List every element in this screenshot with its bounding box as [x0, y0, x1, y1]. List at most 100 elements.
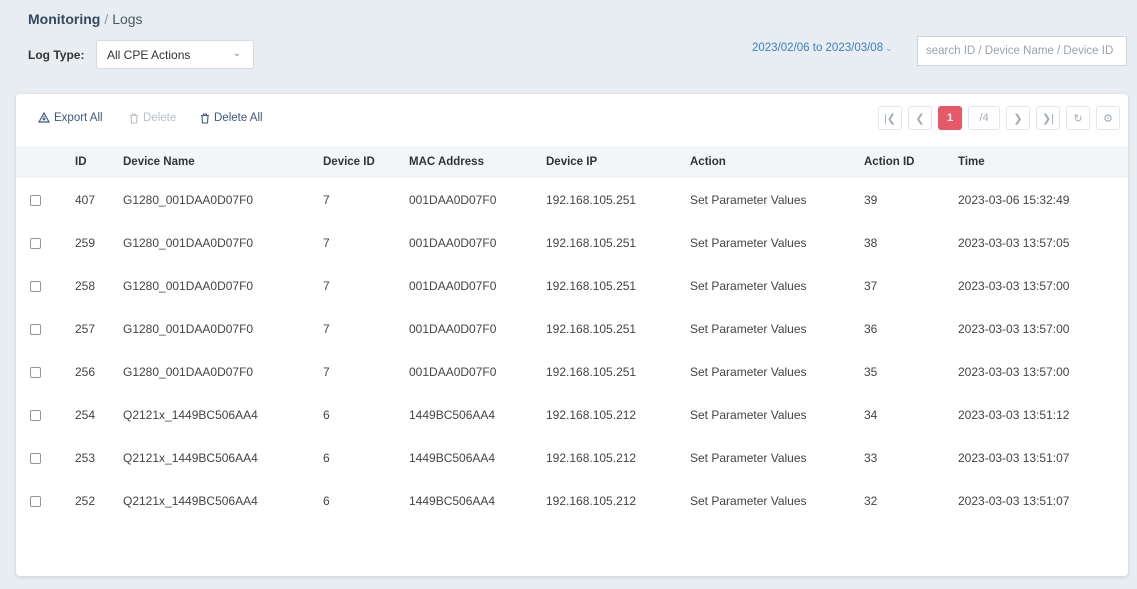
cell-action: Set Parameter Values [690, 364, 807, 379]
cell-time: 2023-03-03 13:57:00 [958, 321, 1070, 336]
cell-id: 252 [75, 493, 96, 508]
cell-mac-address: 001DAA0D07F0 [409, 278, 497, 293]
table-row[interactable]: 253 Q2121x_1449BC506AA4 6 1449BC506AA4 192.1… [16, 436, 1128, 479]
cell-action: Set Parameter Values [690, 278, 807, 293]
breadcrumb-logs: Logs [112, 11, 143, 27]
next-page-button[interactable]: ❯ [1006, 106, 1030, 130]
cell-device-name: G1280_001DAA0D07F0 [123, 278, 254, 293]
row-checkbox[interactable] [30, 237, 41, 249]
date-range-picker[interactable]: 2023/02/06 to 2023/03/08 ⌄ [752, 42, 893, 54]
column-header-id[interactable]: ID [75, 146, 123, 178]
gear-icon: ⚙ [1103, 112, 1113, 125]
cell-id: 259 [75, 235, 96, 250]
row-checkbox[interactable] [30, 194, 41, 206]
breadcrumb-separator: / [104, 11, 109, 27]
toolbar: Export All Delete Delete All |❮ ❮ 1 /4 ❯… [16, 94, 1128, 142]
export-icon [38, 112, 50, 124]
cell-device-name: G1280_001DAA0D07F0 [123, 321, 254, 336]
row-checkbox[interactable] [30, 280, 41, 292]
cell-action-id: 33 [864, 450, 878, 465]
row-select-cell [16, 436, 75, 479]
breadcrumb: Monitoring / Logs [28, 11, 143, 27]
table-row[interactable]: 259 G1280_001DAA0D07F0 7 001DAA0D07F0 192.16… [16, 221, 1128, 264]
cell-device-id: 7 [323, 321, 330, 336]
column-header-device-ip[interactable]: Device IP [546, 146, 690, 178]
cell-device-ip: 192.168.105.251 [546, 192, 637, 207]
cell-action: Set Parameter Values [690, 493, 807, 508]
cell-time: 2023-03-03 13:51:07 [958, 450, 1070, 465]
cell-mac-address: 001DAA0D07F0 [409, 364, 497, 379]
table-row[interactable]: 254 Q2121x_1449BC506AA4 6 1449BC506AA4 192.1… [16, 393, 1128, 436]
cell-device-id: 7 [323, 278, 330, 293]
cell-action-id: 36 [864, 321, 878, 336]
table-row[interactable]: 256 G1280_001DAA0D07F0 7 001DAA0D07F0 192.16… [16, 350, 1128, 393]
row-checkbox[interactable] [30, 366, 41, 378]
cell-device-name: G1280_001DAA0D07F0 [123, 235, 254, 250]
cell-time: 2023-03-03 13:57:05 [958, 235, 1070, 250]
row-select-cell [16, 350, 75, 393]
cell-device-id: 6 [323, 450, 330, 465]
row-checkbox[interactable] [30, 409, 41, 421]
cell-time: 2023-03-03 13:57:00 [958, 364, 1070, 379]
search-input[interactable] [917, 36, 1127, 66]
settings-button[interactable]: ⚙ [1096, 106, 1120, 130]
cell-device-id: 7 [323, 364, 330, 379]
log-type-select[interactable]: All CPE Actions ⌄ [96, 40, 254, 69]
cell-action-id: 34 [864, 407, 878, 422]
column-header-mac-address[interactable]: MAC Address [409, 146, 546, 178]
first-page-icon: |❮ [883, 112, 897, 125]
cell-time: 2023-03-06 15:32:49 [958, 192, 1070, 207]
row-checkbox[interactable] [30, 323, 41, 335]
column-header-action[interactable]: Action [690, 146, 864, 178]
delete-button[interactable]: Delete [129, 112, 176, 124]
total-pages: /4 [968, 106, 1000, 130]
refresh-icon: ↻ [1073, 112, 1083, 125]
row-checkbox[interactable] [30, 495, 41, 507]
cell-id: 254 [75, 407, 96, 422]
column-header-device-id[interactable]: Device ID [323, 146, 409, 178]
table-row[interactable]: 258 G1280_001DAA0D07F0 7 001DAA0D07F0 192.16… [16, 264, 1128, 307]
table-row[interactable]: 252 Q2121x_1449BC506AA4 6 1449BC506AA4 192.1… [16, 479, 1128, 522]
table-header-row: ID Device Name Device ID MAC Address Dev… [16, 146, 1128, 178]
current-page-button[interactable]: 1 [938, 106, 962, 130]
chevron-left-icon: ❮ [915, 112, 925, 125]
header-select [16, 146, 75, 178]
cell-device-id: 7 [323, 192, 330, 207]
column-header-time[interactable]: Time [958, 146, 1128, 178]
cell-device-name: G1280_001DAA0D07F0 [123, 192, 254, 207]
cell-device-ip: 192.168.105.212 [546, 493, 637, 508]
cell-id: 407 [75, 192, 96, 207]
refresh-button[interactable]: ↻ [1066, 106, 1090, 130]
first-page-button[interactable]: |❮ [878, 106, 902, 130]
last-page-button[interactable]: ❯| [1036, 106, 1060, 130]
row-checkbox[interactable] [30, 452, 41, 464]
row-select-cell [16, 479, 75, 522]
delete-all-label: Delete All [214, 112, 263, 124]
delete-all-button[interactable]: Delete All [200, 112, 263, 124]
cell-action: Set Parameter Values [690, 321, 807, 336]
cell-action: Set Parameter Values [690, 192, 807, 207]
chevron-right-icon: ❯ [1013, 112, 1023, 125]
cell-time: 2023-03-03 13:57:00 [958, 278, 1070, 293]
cell-device-name: Q2121x_1449BC506AA4 [123, 450, 258, 465]
prev-page-button[interactable]: ❮ [908, 106, 932, 130]
table-row[interactable]: 257 G1280_001DAA0D07F0 7 001DAA0D07F0 192.16… [16, 307, 1128, 350]
log-type-label: Log Type: [28, 48, 85, 62]
delete-label: Delete [143, 112, 177, 124]
cell-device-ip: 192.168.105.212 [546, 450, 637, 465]
column-header-device-name[interactable]: Device Name [123, 146, 323, 178]
cell-id: 258 [75, 278, 96, 293]
export-all-button[interactable]: Export All [38, 112, 103, 124]
row-select-cell [16, 393, 75, 436]
chevron-down-icon: ⌄ [885, 43, 893, 53]
cell-action-id: 38 [864, 235, 878, 250]
cell-device-ip: 192.168.105.212 [546, 407, 637, 422]
cell-mac-address: 1449BC506AA4 [409, 407, 496, 422]
cell-id: 253 [75, 450, 96, 465]
cell-device-id: 6 [323, 493, 330, 508]
cell-device-id: 6 [323, 407, 330, 422]
column-header-action-id[interactable]: Action ID [864, 146, 958, 178]
breadcrumb-monitoring[interactable]: Monitoring [28, 11, 100, 27]
row-select-cell [16, 264, 75, 307]
table-row[interactable]: 407 G1280_001DAA0D07F0 7 001DAA0D07F0 192.16… [16, 178, 1128, 221]
